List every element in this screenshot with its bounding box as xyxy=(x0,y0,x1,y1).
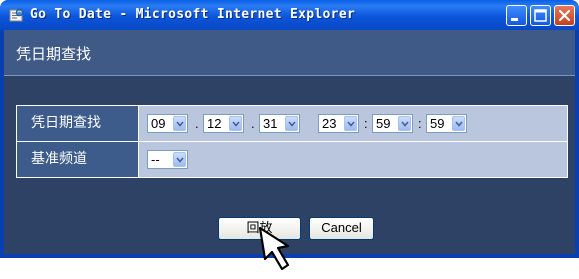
minimize-button[interactable] xyxy=(506,5,527,26)
search-form-table: 凭日期查找 09 . 12 . 31 23: 59: 59 基准频道 -- xyxy=(16,105,568,178)
year-select[interactable]: 09 xyxy=(147,114,188,133)
header-divider xyxy=(4,75,575,76)
chevron-down-icon xyxy=(398,116,411,131)
channel-select[interactable]: -- xyxy=(147,150,188,169)
time-separator: : xyxy=(418,116,422,131)
title-bar[interactable]: Go To Date - Microsoft Internet Explorer xyxy=(0,0,579,30)
row-value-channel: -- xyxy=(139,142,567,177)
date-separator: . xyxy=(195,116,199,131)
close-button[interactable] xyxy=(554,5,575,26)
pointer-cursor-icon xyxy=(258,226,290,271)
browser-window: Go To Date - Microsoft Internet Explorer… xyxy=(0,0,579,258)
chevron-down-icon xyxy=(452,116,465,131)
page-header: 凭日期查找 xyxy=(4,30,575,75)
time-separator: : xyxy=(364,116,368,131)
close-icon xyxy=(558,9,571,22)
row-value-date: 09 . 12 . 31 23 : 59: 59 xyxy=(139,106,567,141)
minute-select[interactable]: 59 xyxy=(372,114,413,133)
chevron-down-icon xyxy=(229,116,242,131)
chevron-down-icon xyxy=(173,116,186,131)
chevron-down-icon xyxy=(344,116,357,131)
page-title: 凭日期查找 xyxy=(16,45,92,63)
window-title: Go To Date - Microsoft Internet Explorer xyxy=(30,7,356,22)
row-label-channel: 基准频道 xyxy=(17,142,138,177)
month-select[interactable]: 12 xyxy=(203,114,244,133)
page-content: 凭日期查找 凭日期查找 09 . 12 . 31 23: 59: 59 基准… xyxy=(4,30,575,254)
chevron-down-icon xyxy=(285,116,298,131)
ie-icon xyxy=(9,8,24,23)
cancel-button[interactable]: Cancel xyxy=(309,217,374,240)
chevron-down-icon xyxy=(173,152,186,167)
maximize-icon xyxy=(534,9,547,22)
second-select[interactable]: 59 xyxy=(426,114,467,133)
maximize-button[interactable] xyxy=(530,5,551,26)
minimize-icon xyxy=(511,18,518,21)
day-select[interactable]: 31 xyxy=(259,114,300,133)
date-separator: . xyxy=(251,116,255,131)
hour-select[interactable]: 23 xyxy=(318,114,359,133)
row-label-date: 凭日期查找 xyxy=(17,106,138,141)
